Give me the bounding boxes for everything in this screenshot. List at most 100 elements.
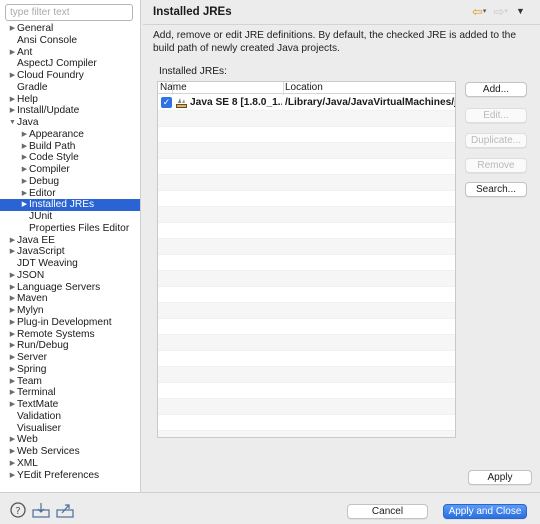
collapse-arrow-icon[interactable]: ▼ [8, 117, 17, 129]
expand-arrow-icon[interactable]: ▶ [8, 246, 17, 258]
expand-arrow-icon[interactable]: ▶ [20, 164, 29, 176]
search-button[interactable]: Search... [465, 182, 527, 197]
tree-item[interactable]: ▶ XML [0, 458, 140, 470]
tree-item-label: Installed JREs [29, 199, 95, 211]
tree-item[interactable]: Visualiser [0, 423, 140, 435]
expand-arrow-icon[interactable]: ▶ [8, 23, 17, 35]
tree-item[interactable]: Validation [0, 411, 140, 423]
tree-item[interactable]: ▶ JSON [0, 270, 140, 282]
expand-arrow-icon[interactable]: ▶ [20, 176, 29, 188]
tree-item[interactable]: ▶ Run/Debug [0, 340, 140, 352]
tree-item-label: Maven [17, 293, 48, 305]
tree-item[interactable]: ▶ Debug [0, 176, 140, 188]
tree-item[interactable]: Gradle [0, 82, 140, 94]
expand-arrow-icon[interactable]: ▶ [20, 199, 29, 211]
tree-item[interactable]: ▶ Spring [0, 364, 140, 376]
tree-item[interactable]: ▶ Appearance [0, 129, 140, 141]
column-header-location[interactable]: Location [285, 82, 323, 94]
tree-item[interactable]: AspectJ Compiler [0, 58, 140, 70]
expand-arrow-icon[interactable]: ▶ [8, 305, 17, 317]
expand-arrow-icon[interactable]: ▶ [8, 340, 17, 352]
tree-item-label: JSON [17, 269, 45, 281]
expand-arrow-icon[interactable]: ▶ [8, 47, 17, 59]
expand-arrow-icon[interactable]: ▶ [20, 129, 29, 141]
table-row-empty [158, 207, 455, 223]
tree-item[interactable]: JDT Weaving [0, 258, 140, 270]
expand-arrow-icon[interactable]: ▶ [8, 329, 17, 341]
apply-and-close-button[interactable]: Apply and Close [443, 504, 527, 519]
tree-item-label: JavaScript [17, 246, 65, 258]
back-dropdown-icon[interactable]: ▾ [483, 5, 487, 18]
remove-button[interactable]: Remove [465, 158, 527, 173]
expand-arrow-icon[interactable]: ▶ [20, 188, 29, 200]
expand-arrow-icon[interactable]: ▶ [8, 399, 17, 411]
expand-arrow-icon[interactable]: ▶ [8, 470, 17, 482]
tree-item[interactable]: ▶ Remote Systems [0, 329, 140, 341]
expand-arrow-icon[interactable]: ▶ [8, 434, 17, 446]
tree-item[interactable]: ▶ Cloud Foundry [0, 70, 140, 82]
tree-item[interactable]: ▶ Build Path [0, 141, 140, 153]
tree-item[interactable]: Ansi Console [0, 35, 140, 47]
edit-button[interactable]: Edit... [465, 108, 527, 123]
back-icon[interactable]: ⇦ [472, 5, 483, 18]
tree-item[interactable]: ▶ Web [0, 434, 140, 446]
tree-item[interactable]: ▶ Maven [0, 293, 140, 305]
expand-arrow-icon[interactable]: ▶ [8, 282, 17, 294]
table-row-empty [158, 335, 455, 351]
import-icon[interactable] [32, 502, 50, 518]
tree-item[interactable]: ▶ Language Servers [0, 282, 140, 294]
tree-item[interactable]: ▶ Team [0, 376, 140, 388]
tree-item[interactable]: ▶ YEdit Preferences [0, 470, 140, 482]
expand-arrow-icon[interactable]: ▶ [8, 376, 17, 388]
add-button[interactable]: Add... [465, 82, 527, 97]
forward-dropdown-icon: ▾ [504, 8, 508, 15]
tree-item[interactable]: ▶ Server [0, 352, 140, 364]
cancel-button[interactable]: Cancel [347, 504, 428, 519]
expand-arrow-icon[interactable]: ▶ [8, 352, 17, 364]
tree-item[interactable]: ▶ Install/Update [0, 105, 140, 117]
expand-arrow-icon[interactable]: ▶ [8, 105, 17, 117]
tree-item[interactable]: JUnit [0, 211, 140, 223]
tree-item[interactable]: ▶ Help [0, 94, 140, 106]
apply-button[interactable]: Apply [468, 470, 532, 485]
jre-table[interactable]: Name Location ✓ Java SE 8 [1.8.0_1... /L… [157, 81, 456, 438]
tree-item[interactable]: ▼Java [0, 117, 140, 129]
expand-arrow-icon[interactable]: ▶ [8, 317, 17, 329]
tree-item[interactable]: ▶ Ant [0, 47, 140, 59]
tree-item[interactable]: ▶ General [0, 23, 140, 35]
filter-input[interactable] [5, 4, 133, 21]
column-header-name[interactable]: Name [160, 82, 187, 94]
expand-arrow-icon[interactable]: ▶ [8, 387, 17, 399]
expand-arrow-icon[interactable]: ▶ [8, 446, 17, 458]
tree-item[interactable]: Properties Files Editor [0, 223, 140, 235]
expand-arrow-icon[interactable]: ▶ [8, 94, 17, 106]
expand-arrow-icon[interactable]: ▶ [20, 152, 29, 164]
tree-item-label: Properties Files Editor [29, 222, 130, 234]
tree-item[interactable]: ▶ Java EE [0, 235, 140, 247]
title-separator [143, 24, 540, 25]
export-icon[interactable] [56, 502, 74, 518]
checkbox-icon[interactable]: ✓ [161, 97, 172, 108]
expand-arrow-icon[interactable]: ▶ [8, 70, 17, 82]
table-row-empty [158, 383, 455, 399]
duplicate-button[interactable]: Duplicate... [465, 133, 527, 148]
expand-arrow-icon[interactable]: ▶ [8, 458, 17, 470]
expand-arrow-icon[interactable]: ▶ [8, 270, 17, 282]
expand-arrow-icon[interactable]: ▶ [8, 235, 17, 247]
tree-item[interactable]: ▶ JavaScript [0, 246, 140, 258]
tree-item[interactable]: ▶ Compiler [0, 164, 140, 176]
expand-arrow-icon[interactable]: ▶ [20, 141, 29, 153]
tree-item[interactable]: ▶ TextMate [0, 399, 140, 411]
view-menu-icon[interactable]: ▼ [516, 5, 525, 18]
expand-arrow-icon[interactable]: ▶ [8, 293, 17, 305]
tree-item[interactable]: ▶ Mylyn [0, 305, 140, 317]
tree-item[interactable]: ▶ Installed JREs [0, 199, 140, 211]
expand-arrow-icon[interactable]: ▶ [8, 364, 17, 376]
help-icon[interactable]: ? [10, 502, 26, 518]
tree-item[interactable]: ▶ Plug-in Development [0, 317, 140, 329]
table-row[interactable]: ✓ Java SE 8 [1.8.0_1... /Library/Java/Ja… [158, 95, 455, 111]
tree-item[interactable]: ▶ Code Style [0, 152, 140, 164]
tree-item[interactable]: ▶ Editor [0, 188, 140, 200]
tree-item[interactable]: ▶ Terminal [0, 387, 140, 399]
tree-item[interactable]: ▶ Web Services [0, 446, 140, 458]
